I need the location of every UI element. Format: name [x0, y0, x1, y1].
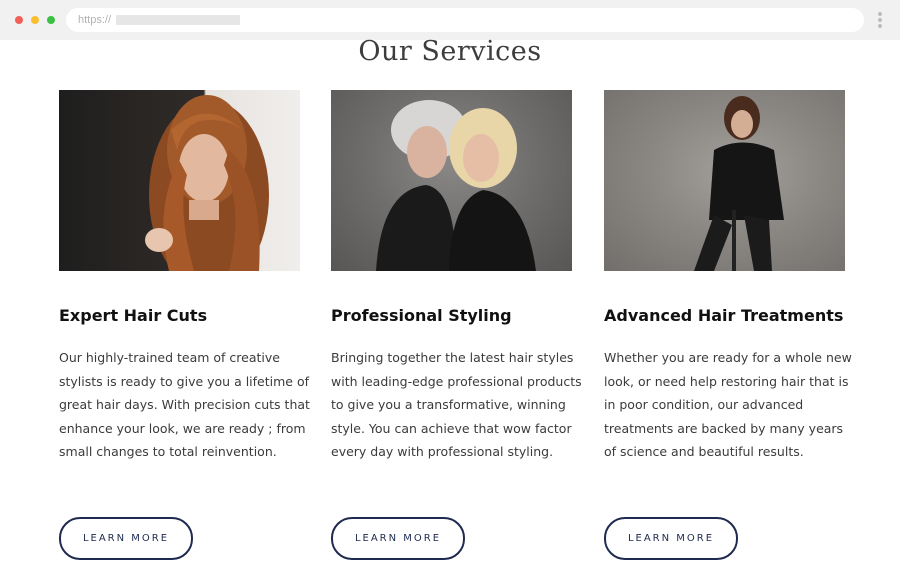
browser-toolbar: https://	[0, 0, 900, 40]
woman-with-long-wavy-hair-photo	[59, 90, 300, 271]
woman-with-long-wavy-hair-photo-art	[145, 95, 269, 271]
service-card-treatments: Advanced Hair Treatments Whether you are…	[604, 90, 852, 560]
service-card-hair-cuts: Expert Hair Cuts Our highly-trained team…	[59, 90, 310, 560]
seated-man-in-black-suit-photo	[604, 90, 845, 271]
url-prefix: https://	[78, 14, 112, 26]
minimize-window-icon[interactable]	[31, 16, 39, 24]
close-window-icon[interactable]	[15, 16, 23, 24]
card-description: Whether you are ready for a whole new lo…	[604, 350, 852, 460]
learn-more-button[interactable]: LEARN MORE	[59, 517, 193, 560]
learn-more-button[interactable]: LEARN MORE	[604, 517, 738, 560]
vertical-ellipsis-icon[interactable]	[877, 12, 883, 30]
seated-man-in-black-suit-photo-art	[694, 96, 784, 271]
card-description: Our highly-trained team of creative styl…	[59, 350, 310, 460]
url-redacted	[116, 15, 240, 25]
learn-more-button[interactable]: LEARN MORE	[331, 517, 465, 560]
card-title: Expert Hair Cuts	[59, 306, 208, 325]
address-bar[interactable]: https://	[66, 8, 864, 32]
two-smiling-women-photo	[331, 90, 572, 271]
maximize-window-icon[interactable]	[47, 16, 55, 24]
card-title: Advanced Hair Treatments	[604, 306, 844, 325]
two-smiling-women-photo-art	[376, 100, 536, 271]
card-title: Professional Styling	[331, 306, 512, 325]
card-description: Bringing together the latest hair styles…	[331, 350, 582, 460]
service-card-styling: Professional Styling Bringing together t…	[331, 90, 582, 560]
page-title: Our Services	[358, 36, 542, 67]
